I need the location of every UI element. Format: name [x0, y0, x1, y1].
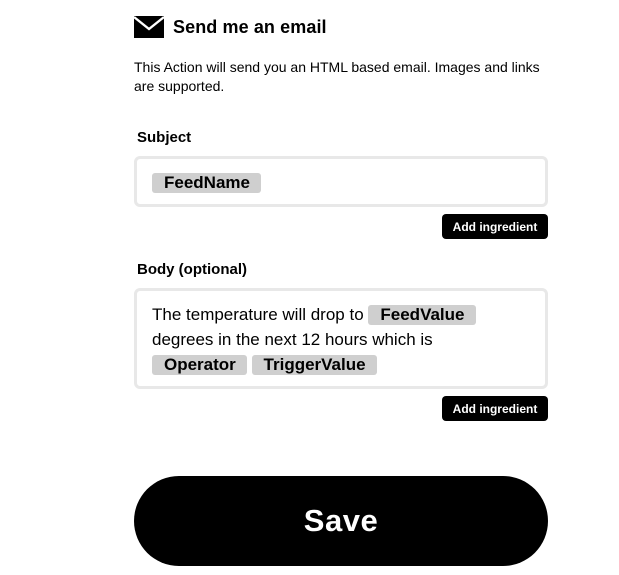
- save-button[interactable]: Save: [134, 476, 548, 566]
- body-text-segment: The temperature will drop to: [152, 305, 364, 324]
- action-header: Send me an email: [134, 16, 327, 38]
- body-field[interactable]: The temperature will drop to FeedValue de…: [134, 288, 548, 389]
- subject-add-ingredient-button[interactable]: Add ingredient: [442, 214, 548, 239]
- mail-icon: [134, 16, 164, 38]
- action-title: Send me an email: [173, 16, 327, 37]
- ingredient-pill-feedname[interactable]: FeedName: [152, 173, 261, 193]
- body-add-ingredient-button[interactable]: Add ingredient: [442, 396, 548, 421]
- ingredient-pill-feedvalue[interactable]: FeedValue: [368, 305, 476, 325]
- ingredient-pill-triggervalue[interactable]: TriggerValue: [251, 355, 377, 375]
- body-label: Body (optional): [137, 261, 247, 278]
- action-config-form: Send me an email This Action will send y…: [0, 0, 619, 575]
- body-text: The temperature will drop to FeedValue de…: [152, 302, 532, 377]
- action-description: This Action will send you an HTML based …: [134, 59, 540, 94]
- ingredient-pill-operator[interactable]: Operator: [152, 355, 247, 375]
- subject-field[interactable]: FeedName: [134, 156, 548, 207]
- body-text-segment: degrees in the next 12 hours which is: [152, 330, 433, 349]
- subject-label: Subject: [137, 129, 192, 146]
